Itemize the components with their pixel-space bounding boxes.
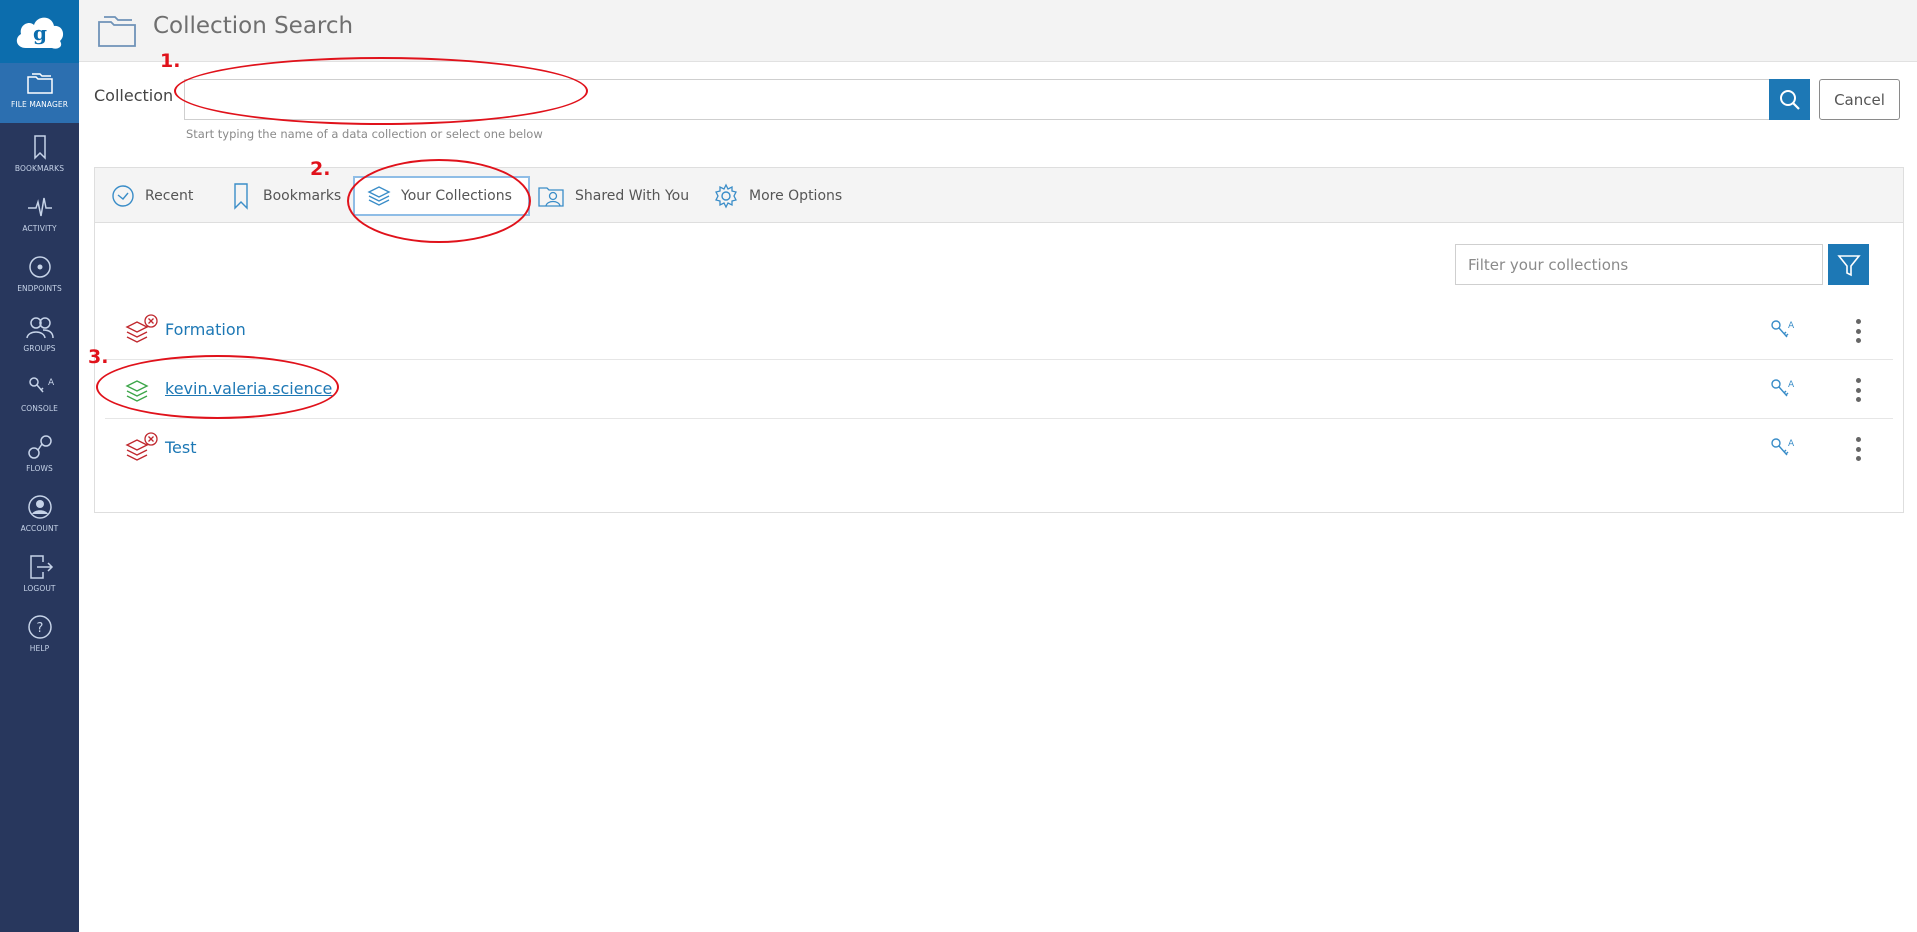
clock-icon	[112, 184, 134, 207]
sidebar-item-label: FILE MANAGER	[11, 100, 68, 109]
svg-text:g: g	[33, 21, 47, 45]
collection-label: Collection	[94, 86, 174, 105]
annotation-ellipse	[96, 355, 339, 419]
key-icon: A	[1771, 379, 1795, 397]
account-icon	[27, 495, 52, 519]
sidebar-item-groups[interactable]: GROUPS	[0, 307, 79, 367]
search-icon	[1779, 89, 1800, 110]
sidebar-item-flows[interactable]: FLOWS	[0, 427, 79, 487]
collection-row[interactable]: Test A	[105, 419, 1893, 478]
gear-icon	[715, 183, 737, 208]
search-button[interactable]	[1769, 79, 1810, 120]
sidebar-item-label: GROUPS	[23, 344, 56, 353]
console-icon: A	[28, 377, 55, 393]
tab-label: Recent	[145, 187, 194, 204]
help-icon: ?	[27, 615, 52, 639]
filter-button[interactable]	[1828, 244, 1869, 285]
bookmark-icon	[33, 135, 46, 160]
activity-icon	[27, 197, 52, 217]
key-icon: A	[1771, 438, 1795, 456]
collection-row[interactable]: kevin.valeria.science A	[105, 360, 1893, 419]
endpoints-icon	[28, 256, 51, 278]
tab-label: Bookmarks	[263, 187, 342, 204]
collection-name-link[interactable]: Test	[165, 438, 197, 457]
sidebar-item-label: LOGOUT	[23, 584, 56, 593]
filter-collections-input[interactable]	[1455, 244, 1823, 285]
annotation-number: 3.	[88, 346, 109, 368]
sidebar-item-activity[interactable]: ACTIVITY	[0, 187, 79, 247]
sidebar-item-bookmarks[interactable]: BOOKMARKS	[0, 127, 79, 187]
collection-row[interactable]: Formation A	[105, 301, 1893, 360]
svg-text:?: ?	[36, 621, 43, 636]
key-icon: A	[1771, 320, 1795, 338]
folder-icon	[26, 73, 53, 94]
row-actions-menu[interactable]	[1851, 317, 1865, 345]
tab-label: Shared With You	[575, 187, 690, 204]
collection-name-link[interactable]: Formation	[165, 320, 246, 339]
sidebar-item-help[interactable]: ? HELP	[0, 607, 79, 667]
cloud-logo-icon: g	[16, 17, 63, 49]
annotation-number: 2.	[310, 158, 331, 180]
sidebar-item-logout[interactable]: LOGOUT	[0, 547, 79, 607]
sidebar-item-label: FLOWS	[26, 464, 53, 473]
svg-text:A: A	[48, 378, 55, 388]
tab-shared-with-you[interactable]: Shared With You	[537, 168, 689, 223]
sidebar-item-label: HELP	[29, 644, 50, 653]
sidebar-item-label: CONSOLE	[20, 404, 59, 413]
tab-recent[interactable]: Recent	[111, 168, 193, 223]
bookmark-icon	[234, 182, 248, 210]
sidebar-item-label: ACTIVITY	[22, 224, 57, 233]
sidebar-item-label: ENDPOINTS	[17, 284, 62, 293]
row-actions-menu[interactable]	[1851, 435, 1865, 463]
sidebar-item-label: BOOKMARKS	[14, 164, 65, 173]
tab-label: More Options	[749, 187, 843, 204]
flows-icon	[27, 435, 52, 459]
row-actions-menu[interactable]	[1851, 376, 1865, 404]
svg-text:A: A	[1788, 380, 1795, 390]
page-title: Collection Search	[153, 13, 354, 39]
collection-hint: Start typing the name of a data collecti…	[186, 127, 543, 141]
sidebar-item-console[interactable]: A CONSOLE	[0, 367, 79, 427]
funnel-icon	[1836, 254, 1861, 276]
cancel-button[interactable]: Cancel	[1819, 79, 1900, 120]
sidebar-item-file-manager[interactable]: FILE MANAGER	[0, 63, 79, 123]
sidebar-item-account[interactable]: ACCOUNT	[0, 487, 79, 547]
sidebar-item-endpoints[interactable]: ENDPOINTS	[0, 247, 79, 307]
annotation-number: 1.	[160, 50, 181, 72]
folder-icon	[98, 16, 136, 47]
sidebar-item-label: ACCOUNT	[20, 524, 59, 533]
tab-more-options[interactable]: More Options	[713, 168, 842, 223]
annotation-ellipse	[174, 57, 588, 125]
annotation-ellipse	[347, 159, 531, 243]
collection-error-icon	[125, 432, 158, 461]
collection-error-icon	[125, 314, 158, 343]
groups-icon	[25, 317, 54, 339]
svg-text:A: A	[1788, 321, 1795, 331]
logout-icon	[29, 555, 53, 579]
sidebar: g FILE MANAGER BOOKMARKS ACTIVITY ENDPOI…	[0, 0, 79, 932]
shared-users-icon	[538, 186, 564, 207]
page-header: Collection Search	[79, 0, 1917, 62]
svg-text:A: A	[1788, 439, 1795, 449]
globus-logo[interactable]: g	[0, 0, 79, 63]
